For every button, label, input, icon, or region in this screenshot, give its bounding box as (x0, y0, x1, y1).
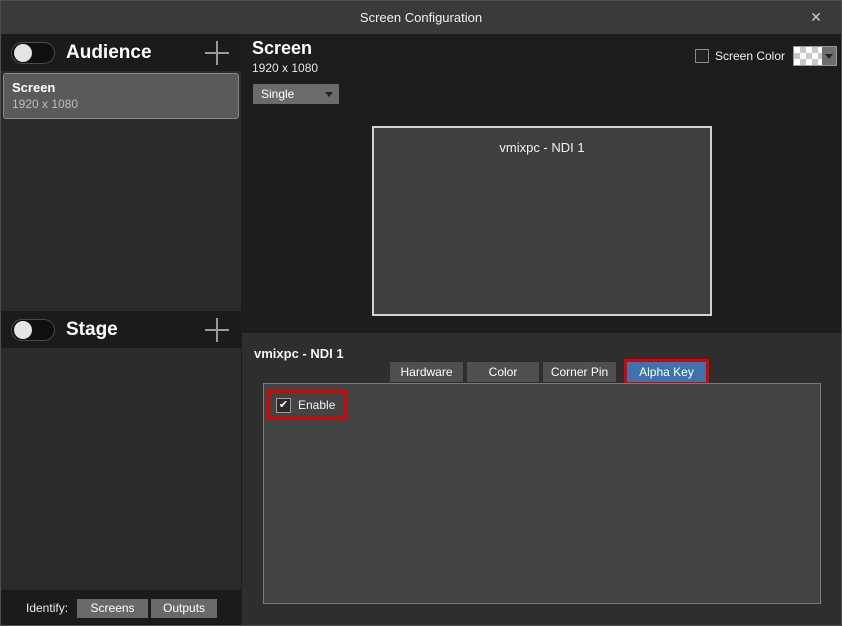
annotation-box-alpha-key: Alpha Key (624, 359, 709, 385)
identify-label: Identify: (26, 601, 68, 615)
audience-toggle[interactable] (11, 42, 55, 64)
tab-hardware[interactable]: Hardware (390, 362, 463, 382)
screen-color-picker[interactable] (793, 46, 837, 66)
input-title: vmixpc - NDI 1 (254, 346, 344, 361)
tab-corner-pin[interactable]: Corner Pin (543, 362, 616, 382)
stage-toggle[interactable] (11, 319, 55, 341)
tab-alpha-key[interactable]: Alpha Key (627, 362, 706, 382)
input-settings-panel: vmixpc - NDI 1 Hardware Color Corner Pin… (242, 333, 842, 626)
screen-panel-resolution: 1920 x 1080 (252, 61, 318, 75)
sidebar: Audience Screen 1920 x 1080 Stage Identi… (1, 34, 241, 626)
screen-color-label: Screen Color (715, 49, 785, 63)
screen-color-checkbox[interactable] (695, 49, 709, 63)
identify-bar: Identify: Screens Outputs (1, 590, 241, 626)
stage-section-header: Stage (1, 311, 241, 348)
screen-layout-select[interactable]: Single (253, 84, 339, 104)
color-dropdown-arrow-button[interactable] (822, 47, 836, 65)
screen-color-group: Screen Color (695, 45, 837, 67)
screen-item-name: Screen (12, 80, 230, 95)
checkmark-icon: ✔ (279, 400, 288, 411)
layout-select-value: Single (261, 87, 325, 101)
alpha-key-tab-content: ✔ Enable (263, 383, 821, 604)
identify-screens-button[interactable]: Screens (77, 599, 148, 618)
chevron-down-icon (825, 54, 833, 59)
toggle-knob (14, 44, 32, 62)
stage-screen-list (1, 348, 241, 590)
list-item-screen[interactable]: Screen 1920 x 1080 (3, 73, 239, 119)
audience-section-header: Audience (1, 34, 241, 71)
screen-item-resolution: 1920 x 1080 (12, 97, 230, 111)
add-audience-screen-icon[interactable] (205, 41, 229, 65)
enable-label: Enable (298, 398, 335, 412)
enable-checkbox[interactable]: ✔ (276, 398, 291, 413)
chevron-down-icon (325, 92, 333, 97)
screen-preview[interactable]: vmixpc - NDI 1 (372, 126, 712, 316)
screen-configuration-window: Screen Configuration ✕ Audience Screen 1… (0, 0, 842, 626)
audience-screen-list: Screen 1920 x 1080 (1, 71, 241, 311)
stage-label: Stage (66, 319, 118, 341)
identify-outputs-button[interactable]: Outputs (151, 599, 217, 618)
transparency-checker-swatch (794, 47, 822, 65)
preview-input-label: vmixpc - NDI 1 (374, 140, 710, 155)
tab-color[interactable]: Color (467, 362, 539, 382)
screen-panel: Screen 1920 x 1080 Screen Color Single v… (242, 34, 842, 333)
enable-row: ✔ Enable (270, 393, 344, 417)
annotation-box-enable: ✔ Enable (267, 390, 347, 420)
toggle-knob (14, 321, 32, 339)
audience-label: Audience (66, 42, 152, 64)
screen-panel-title: Screen (252, 38, 312, 59)
window-title: Screen Configuration (360, 10, 482, 25)
title-bar: Screen Configuration ✕ (1, 1, 841, 34)
add-stage-screen-icon[interactable] (205, 318, 229, 342)
close-icon[interactable]: ✕ (797, 1, 835, 34)
